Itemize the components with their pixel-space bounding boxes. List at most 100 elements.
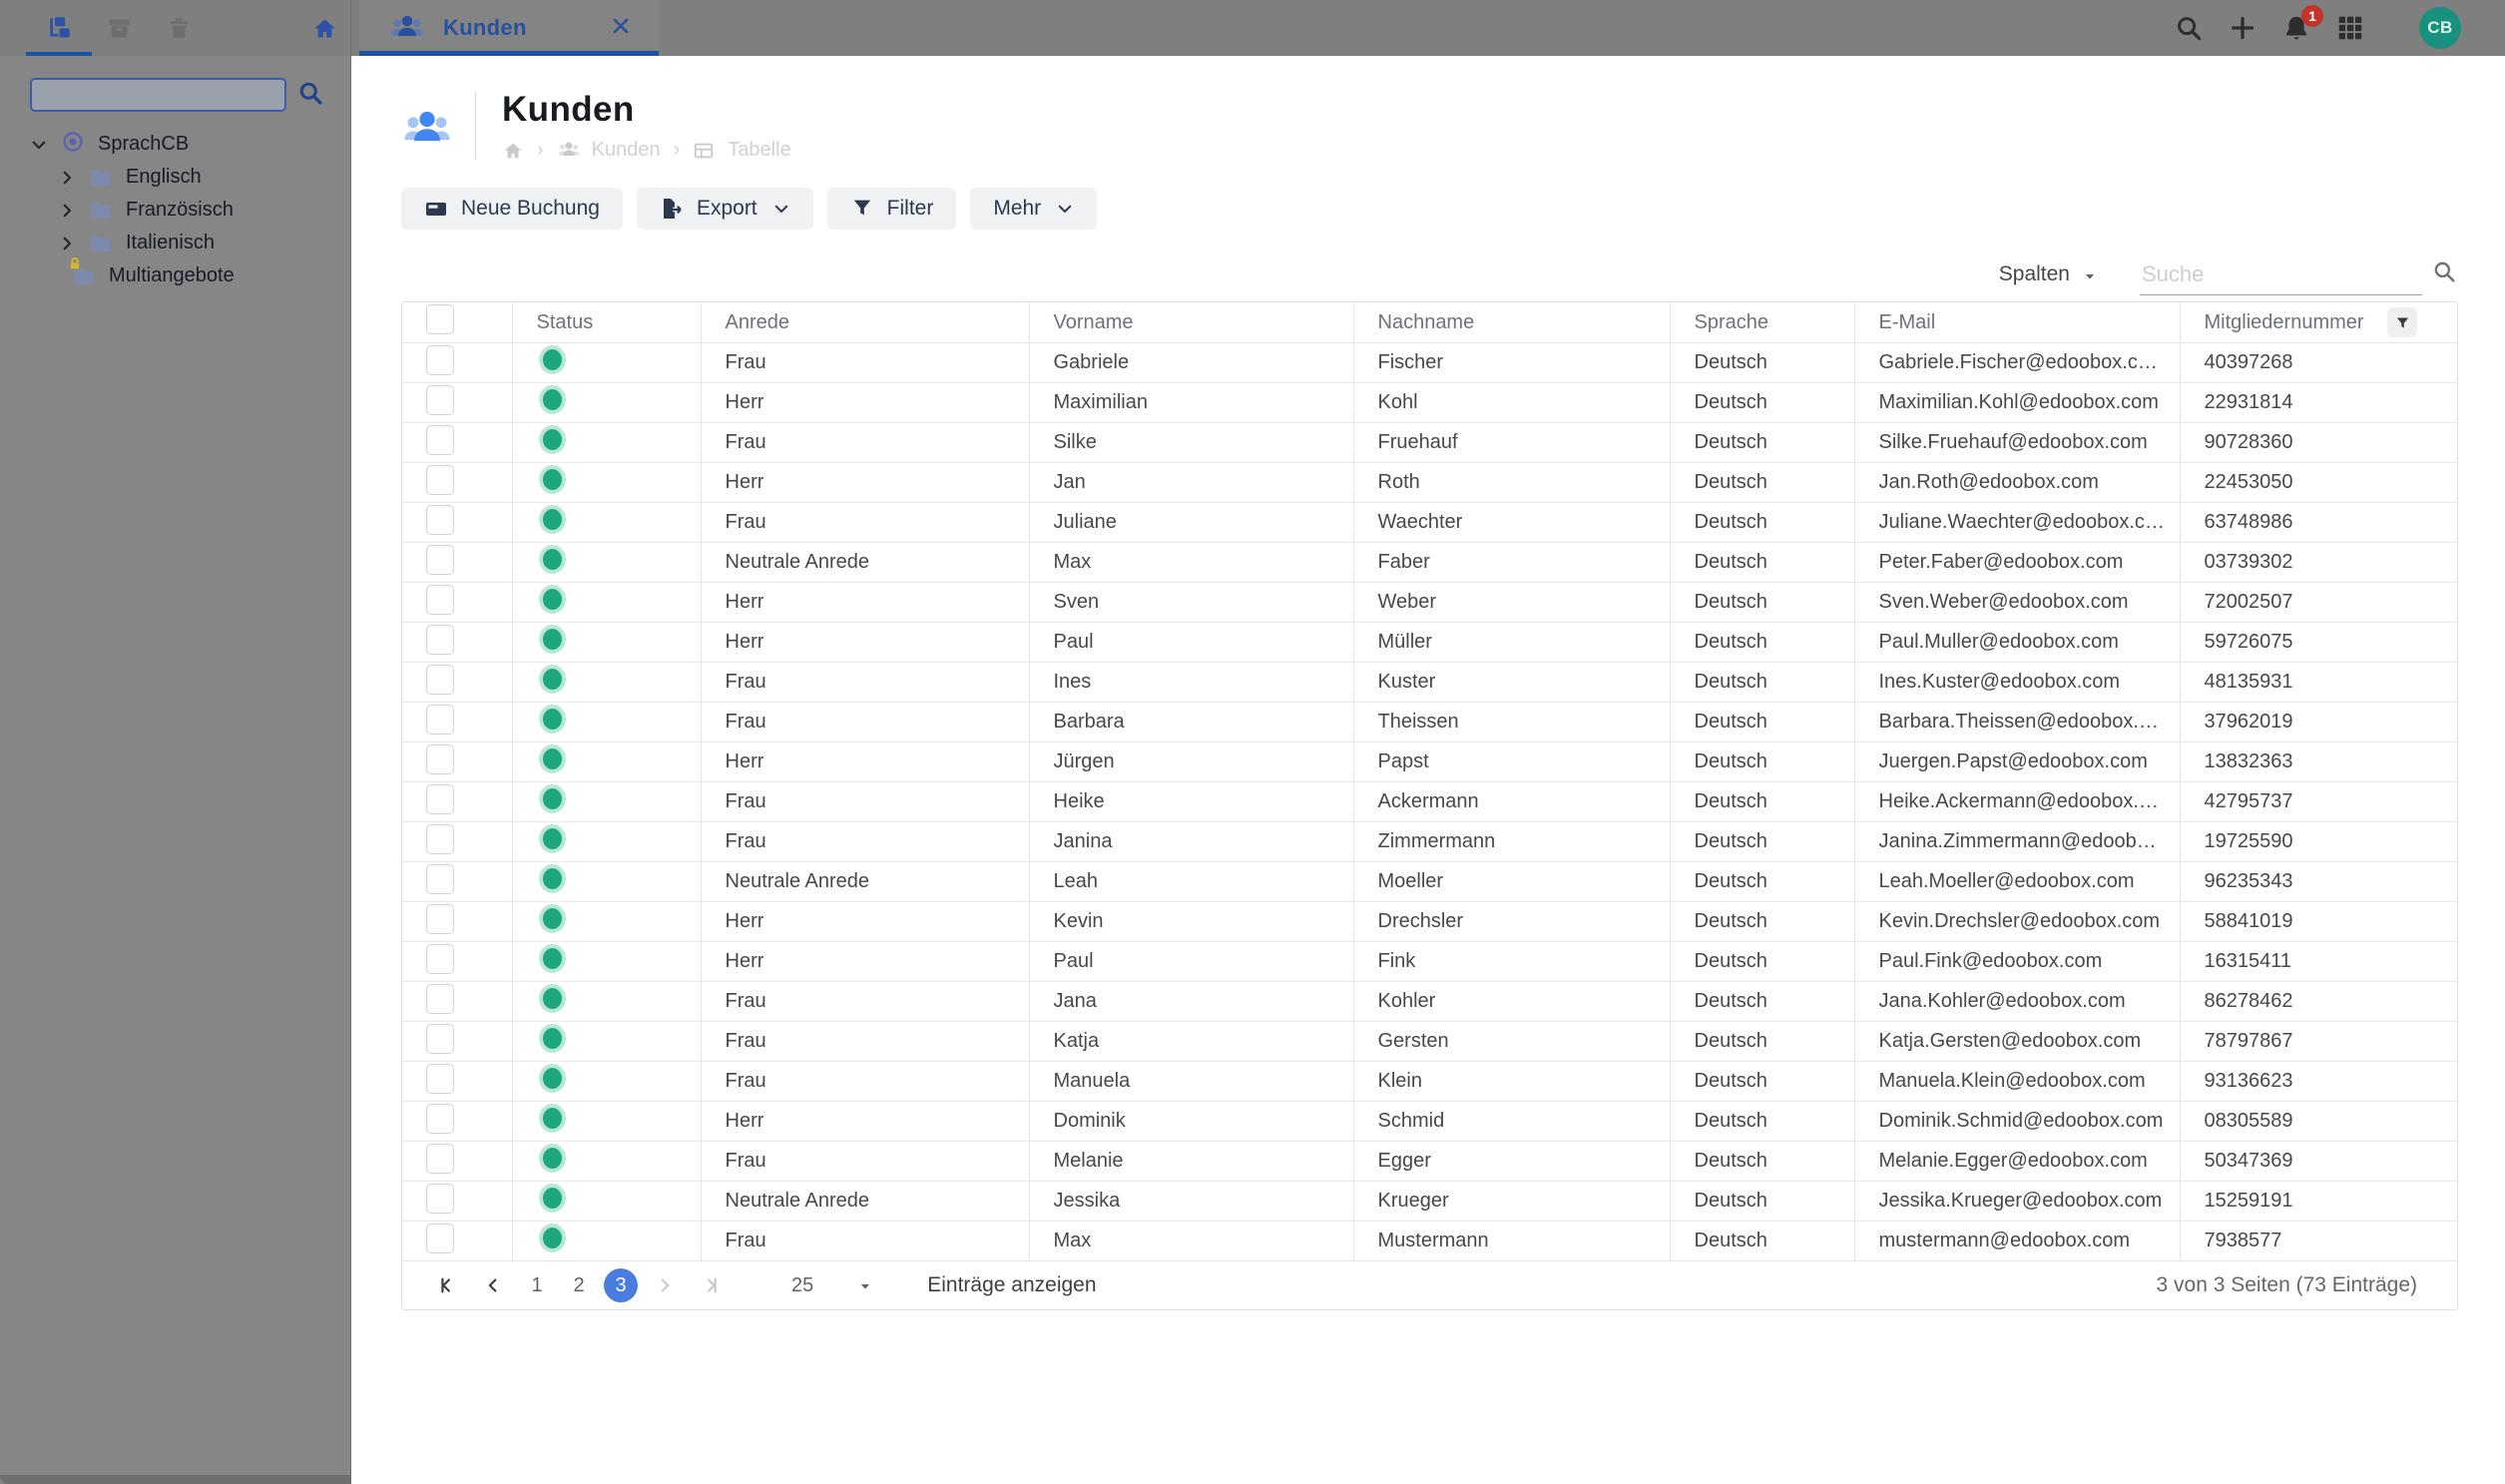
table-row[interactable]: Frau Manuela Klein Deutsch Manuela.Klein… <box>402 1061 2457 1102</box>
new-booking-button[interactable]: Neue Buchung <box>401 188 623 230</box>
search-icon[interactable] <box>2174 13 2204 43</box>
plus-icon[interactable] <box>2228 13 2257 43</box>
row-checkbox[interactable] <box>426 384 454 415</box>
chevron-right-icon[interactable] <box>58 202 76 220</box>
sidebar-search-box[interactable] <box>30 78 286 112</box>
table-row[interactable]: Herr Dominik Schmid Deutsch Dominik.Schm… <box>402 1101 2457 1142</box>
tree-icon[interactable] <box>46 15 73 42</box>
apps-grid-icon[interactable] <box>2335 13 2365 43</box>
chevron-right-icon[interactable] <box>58 235 76 252</box>
table-row[interactable]: Frau Barbara Theissen Deutsch Barbara.Th… <box>402 702 2457 742</box>
table-row[interactable]: Neutrale Anrede Max Faber Deutsch Peter.… <box>402 542 2457 583</box>
row-checkbox[interactable] <box>426 624 454 655</box>
tree-item-sprachcb[interactable]: SprachCB <box>0 128 350 161</box>
chevron-down-icon[interactable] <box>30 136 48 154</box>
table-search[interactable] <box>2140 254 2455 295</box>
table-row[interactable]: Herr Jan Roth Deutsch Jan.Roth@edoobox.c… <box>402 462 2457 503</box>
search-icon[interactable] <box>2431 258 2457 289</box>
table-row[interactable]: Frau Ines Kuster Deutsch Ines.Kuster@edo… <box>402 662 2457 703</box>
column-header-mitgliedernummer[interactable]: Mitgliedernummer <box>2179 302 2457 343</box>
table-row[interactable]: Frau Melanie Egger Deutsch Melanie.Egger… <box>402 1141 2457 1182</box>
export-button[interactable]: Export <box>636 188 813 230</box>
funnel-icon[interactable] <box>2387 307 2417 337</box>
row-checkbox[interactable] <box>426 863 454 894</box>
sidebar-search-input[interactable] <box>32 80 284 110</box>
select-all-checkbox[interactable] <box>426 304 454 334</box>
page-number-3-active[interactable]: 3 <box>604 1268 638 1302</box>
column-header-nachname[interactable]: Nachname <box>1352 302 1670 343</box>
columns-dropdown[interactable]: Spalten <box>1999 262 2098 286</box>
table-search-input[interactable] <box>2140 259 2431 288</box>
more-button[interactable]: Mehr <box>970 188 1098 230</box>
home-icon[interactable] <box>502 140 524 162</box>
column-header-vorname[interactable]: Vorname <box>1028 302 1353 343</box>
table-row[interactable]: Frau Max Mustermann Deutsch mustermann@e… <box>402 1221 2457 1260</box>
prev-page-icon[interactable] <box>470 1274 516 1296</box>
status-active-dot <box>542 908 562 929</box>
table-row[interactable]: Frau Juliane Waechter Deutsch Juliane.Wa… <box>402 502 2457 543</box>
row-checkbox[interactable] <box>426 704 454 735</box>
search-icon[interactable] <box>296 79 324 112</box>
row-checkbox[interactable] <box>426 743 454 774</box>
archive-icon[interactable] <box>106 15 133 42</box>
bell-icon[interactable]: 1 <box>2281 5 2323 43</box>
table-row[interactable]: Neutrale Anrede Leah Moeller Deutsch Lea… <box>402 861 2457 902</box>
row-checkbox[interactable] <box>426 1063 454 1094</box>
table-row[interactable]: Frau Silke Fruehauf Deutsch Silke.Frueha… <box>402 422 2457 463</box>
tree-item-italienisch[interactable]: Italienisch <box>0 227 350 259</box>
table-row[interactable]: Frau Jana Kohler Deutsch Jana.Kohler@edo… <box>402 981 2457 1022</box>
table-row[interactable]: Herr Kevin Drechsler Deutsch Kevin.Drech… <box>402 901 2457 942</box>
row-checkbox[interactable] <box>426 584 454 615</box>
cell-email: Gabriele.Fischer@edoobox.com <box>1853 342 2180 383</box>
chevron-right-icon[interactable] <box>58 169 76 187</box>
first-page-icon[interactable] <box>424 1274 470 1296</box>
column-header-anrede[interactable]: Anrede <box>700 302 1029 343</box>
close-icon[interactable] <box>609 14 633 43</box>
table-row[interactable]: Neutrale Anrede Jessika Krueger Deutsch … <box>402 1181 2457 1222</box>
page-number-1[interactable]: 1 <box>516 1274 558 1297</box>
row-checkbox[interactable] <box>426 504 454 535</box>
row-checkbox[interactable] <box>426 664 454 695</box>
table-row[interactable]: Frau Katja Gersten Deutsch Katja.Gersten… <box>402 1021 2457 1062</box>
row-checkbox[interactable] <box>426 903 454 934</box>
row-checkbox[interactable] <box>426 783 454 814</box>
row-checkbox[interactable] <box>426 983 454 1014</box>
row-checkbox[interactable] <box>426 1223 454 1253</box>
column-header-sprache[interactable]: Sprache <box>1669 302 1854 343</box>
trash-icon[interactable] <box>166 15 193 42</box>
table-row[interactable]: Frau Gabriele Fischer Deutsch Gabriele.F… <box>402 342 2457 383</box>
breadcrumb-kunden[interactable]: Kunden <box>592 139 661 162</box>
row-checkbox[interactable] <box>426 464 454 495</box>
tab-kunden[interactable]: Kunden <box>359 0 659 56</box>
column-header-status[interactable]: Status <box>511 302 701 343</box>
row-checkbox[interactable] <box>426 544 454 575</box>
avatar[interactable]: CB <box>2419 7 2461 49</box>
row-checkbox[interactable] <box>426 1023 454 1054</box>
row-checkbox[interactable] <box>426 943 454 974</box>
breadcrumb-tabelle[interactable]: Tabelle <box>728 139 790 162</box>
tree-item-multiangebote[interactable]: Multiangebote <box>0 256 350 292</box>
table-row[interactable]: Herr Sven Weber Deutsch Sven.Weber@edoob… <box>402 582 2457 623</box>
column-header-email[interactable]: E-Mail <box>1853 302 2180 343</box>
cell-email: Katja.Gersten@edoobox.com <box>1853 1021 2180 1062</box>
page-size-select[interactable]: 25 <box>791 1274 873 1297</box>
table-row[interactable]: Herr Jürgen Papst Deutsch Juergen.Papst@… <box>402 742 2457 782</box>
tree-item-englisch[interactable]: Englisch <box>0 161 350 194</box>
row-checkbox[interactable] <box>426 1103 454 1134</box>
table-row[interactable]: Frau Janina Zimmermann Deutsch Janina.Zi… <box>402 821 2457 862</box>
table-row[interactable]: Herr Paul Fink Deutsch Paul.Fink@edoobox… <box>402 941 2457 982</box>
row-checkbox[interactable] <box>426 1183 454 1214</box>
filter-button[interactable]: Filter <box>826 188 957 230</box>
page-number-2[interactable]: 2 <box>558 1274 600 1297</box>
row-checkbox[interactable] <box>426 823 454 854</box>
last-page-icon[interactable] <box>688 1274 734 1296</box>
tree-item-franzoesisch[interactable]: Französisch <box>0 194 350 227</box>
next-page-icon[interactable] <box>642 1274 688 1296</box>
table-row[interactable]: Herr Paul Müller Deutsch Paul.Muller@edo… <box>402 622 2457 663</box>
table-row[interactable]: Frau Heike Ackermann Deutsch Heike.Acker… <box>402 781 2457 822</box>
row-checkbox[interactable] <box>426 1143 454 1174</box>
row-checkbox[interactable] <box>426 344 454 375</box>
home-icon[interactable] <box>311 15 338 42</box>
row-checkbox[interactable] <box>426 424 454 455</box>
table-row[interactable]: Herr Maximilian Kohl Deutsch Maximilian.… <box>402 382 2457 423</box>
